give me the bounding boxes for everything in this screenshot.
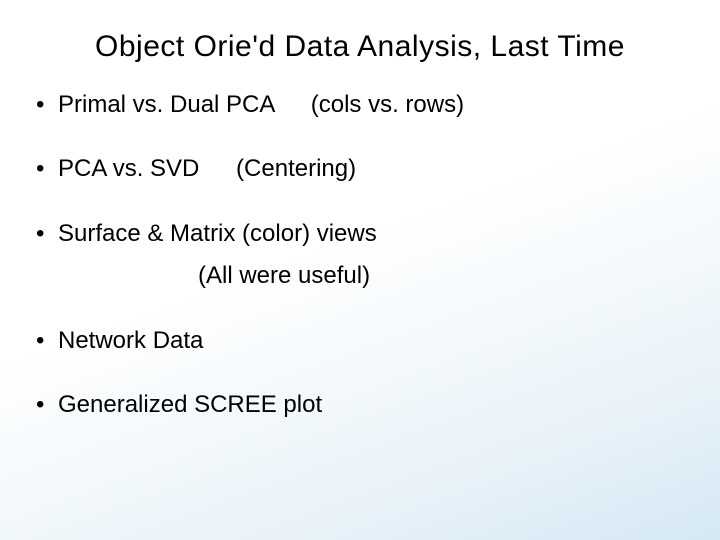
bullet2-main: PCA vs. SVD [58,155,199,182]
bullet1-note: (cols vs. rows) [311,89,464,121]
bullet-item-1: Primal vs. Dual PCA (cols vs. rows) [30,89,690,121]
bullet2-note: (Centering) [236,153,356,185]
bullet-item-3: Surface & Matrix (color) views (All were… [30,218,690,293]
bullet1-main: Primal vs. Dual PCA [58,91,274,118]
bullet-item-4: Network Data [30,325,690,357]
bullet-item-2: PCA vs. SVD (Centering) [30,153,690,185]
bullet5-main: Generalized SCREE plot [58,391,322,418]
bullet4-main: Network Data [58,327,203,354]
slide-title: Object Orie'd Data Analysis, Last Time [30,30,690,64]
bullet3-main: Surface & Matrix (color) views [58,220,377,247]
bullet-item-5: Generalized SCREE plot [30,389,690,421]
bullet3-subline: (All were useful) [198,260,690,292]
slide: Object Orie'd Data Analysis, Last Time P… [0,0,720,540]
bullet-list: Primal vs. Dual PCA (cols vs. rows) PCA … [30,89,690,421]
